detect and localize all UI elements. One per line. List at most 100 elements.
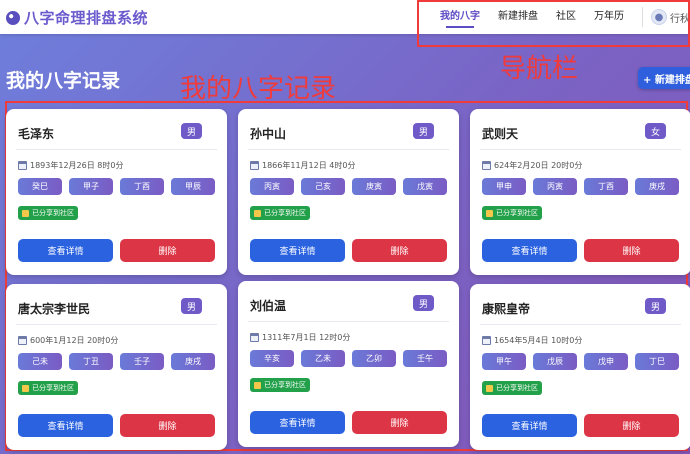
- pillar-badge: 辛亥: [250, 350, 294, 367]
- four-pillars: 甲午 戊辰 戊申 丁巳: [482, 353, 686, 370]
- yin-yang-icon: [6, 10, 20, 25]
- delete-button[interactable]: 删除: [352, 239, 447, 262]
- shared-badge: 已分享到社区: [18, 206, 78, 220]
- shared-badge-label: 已分享到社区: [32, 384, 74, 392]
- pillar-badge: 己亥: [301, 178, 345, 195]
- birth-date-text: 1311年7月1日 12时0分: [262, 333, 351, 342]
- pillar-badge: 丁丑: [69, 353, 113, 370]
- four-pillars: 己未 丁丑 壬子 庚戌: [18, 353, 222, 370]
- gender-badge: 男: [413, 295, 434, 311]
- shared-badge: 已分享到社区: [482, 381, 542, 395]
- view-details-button[interactable]: 查看详情: [250, 411, 345, 434]
- pillar-badge: 甲辰: [171, 178, 215, 195]
- bazi-record-card: 毛泽东 男 1893年12月26日 8时0分癸巳 甲子 丁酉 甲辰已分享到社区查看详情 删除: [6, 109, 227, 275]
- shared-badge-label: 已分享到社区: [264, 381, 306, 389]
- shared-badge: 已分享到社区: [250, 378, 310, 392]
- birth-date: 1866年11月12日 4时0分: [250, 160, 355, 171]
- pillar-badge: 甲子: [69, 178, 113, 195]
- records-annotation-label: 我的八字记录: [180, 74, 337, 104]
- pillar-badge: 乙卯: [352, 350, 396, 367]
- card-divider: [16, 324, 217, 325]
- shared-badge-label: 已分享到社区: [496, 384, 538, 392]
- calendar-icon: [18, 161, 27, 170]
- delete-button[interactable]: 删除: [120, 239, 215, 262]
- app-title: 八字命理排盘系统: [24, 9, 149, 27]
- pillar-badge: 癸巳: [18, 178, 62, 195]
- four-pillars: 癸巳 甲子 丁酉 甲辰: [18, 178, 222, 195]
- calendar-icon: [482, 336, 491, 345]
- pillar-badge: 丁酉: [120, 178, 164, 195]
- birth-date-text: 1654年5月4日 10时0分: [494, 336, 583, 345]
- pillar-badge: 甲申: [482, 178, 526, 195]
- nav-annotation-box: [417, 0, 690, 47]
- shared-badge: 已分享到社区: [18, 381, 78, 395]
- birth-date-text: 1866年11月12日 4时0分: [262, 161, 356, 170]
- pillar-badge: 丙寅: [250, 178, 294, 195]
- view-details-button[interactable]: 查看详情: [482, 239, 577, 262]
- pillar-badge: 庚戌: [635, 178, 679, 195]
- share-icon: [254, 381, 261, 389]
- bazi-record-card: 刘伯温 男 1311年7月1日 12时0分辛亥 乙未 乙卯 壬午已分享到社区查看详情 删除: [238, 281, 459, 447]
- bazi-record-card: 唐太宗李世民 男 600年1月12日 20时0分己未 丁丑 壬子 庚戌已分享到社区查看详情…: [6, 284, 227, 450]
- gender-badge: 女: [645, 123, 666, 139]
- share-icon: [486, 384, 493, 392]
- calendar-icon: [482, 161, 491, 170]
- shared-badge-label: 已分享到社区: [264, 209, 306, 217]
- four-pillars: 丙寅 己亥 庚寅 戊寅: [250, 178, 454, 195]
- view-details-button[interactable]: 查看详情: [18, 239, 113, 262]
- card-divider: [480, 149, 681, 150]
- pillar-badge: 己未: [18, 353, 62, 370]
- record-name: 刘伯温: [250, 299, 287, 313]
- four-pillars: 甲申 丙寅 丁酉 庚戌: [482, 178, 686, 195]
- record-name: 孙中山: [250, 127, 287, 141]
- pillar-badge: 戊申: [584, 353, 628, 370]
- card-divider: [248, 321, 449, 322]
- record-name: 唐太宗李世民: [18, 302, 91, 316]
- pillar-badge: 庚戌: [171, 353, 215, 370]
- record-name: 毛泽东: [18, 127, 55, 141]
- gender-badge: 男: [181, 123, 202, 139]
- new-chart-button[interactable]: + 新建排盘: [638, 67, 690, 89]
- birth-date: 600年1月12日 20时0分: [18, 335, 118, 346]
- delete-button[interactable]: 删除: [584, 239, 679, 262]
- calendar-icon: [18, 336, 27, 345]
- calendar-icon: [250, 161, 259, 170]
- bazi-record-card: 孙中山 男 1866年11月12日 4时0分丙寅 己亥 庚寅 戊寅已分享到社区查看详情 删除: [238, 109, 459, 275]
- delete-button[interactable]: 删除: [120, 414, 215, 437]
- shared-badge-label: 已分享到社区: [32, 209, 74, 217]
- birth-date: 624年2月20日 20时0分: [482, 160, 582, 171]
- page-title: 我的八字记录: [6, 70, 121, 92]
- bazi-record-card: 武则天 女 624年2月20日 20时0分甲申 丙寅 丁酉 庚戌已分享到社区查看详情 删除: [470, 109, 690, 275]
- birth-date-text: 624年2月20日 20时0分: [494, 161, 583, 170]
- view-details-button[interactable]: 查看详情: [250, 239, 345, 262]
- pillar-badge: 甲午: [482, 353, 526, 370]
- card-divider: [248, 149, 449, 150]
- shared-badge: 已分享到社区: [482, 206, 542, 220]
- view-details-button[interactable]: 查看详情: [18, 414, 113, 437]
- gender-badge: 男: [413, 123, 434, 139]
- app-logo[interactable]: 八字命理排盘系统: [6, 7, 148, 28]
- delete-button[interactable]: 删除: [584, 414, 679, 437]
- birth-date: 1654年5月4日 10时0分: [482, 335, 582, 346]
- card-divider: [480, 324, 681, 325]
- card-divider: [16, 149, 217, 150]
- pillar-badge: 丁酉: [584, 178, 628, 195]
- view-details-button[interactable]: 查看详情: [482, 414, 577, 437]
- pillar-badge: 乙未: [301, 350, 345, 367]
- record-name: 武则天: [482, 127, 519, 141]
- pillar-badge: 丙寅: [533, 178, 577, 195]
- birth-date: 1893年12月26日 8时0分: [18, 160, 123, 171]
- pillar-badge: 庚寅: [352, 178, 396, 195]
- pillar-badge: 壬午: [403, 350, 447, 367]
- pillar-badge: 丁巳: [635, 353, 679, 370]
- gender-badge: 男: [645, 298, 666, 314]
- shared-badge-label: 已分享到社区: [496, 209, 538, 217]
- delete-button[interactable]: 删除: [352, 411, 447, 434]
- calendar-icon: [250, 333, 259, 342]
- four-pillars: 辛亥 乙未 乙卯 壬午: [250, 350, 454, 367]
- share-icon: [254, 209, 261, 217]
- bazi-record-card: 康熙皇帝 男 1654年5月4日 10时0分 甲午 戊辰 戊申 丁巳 已分享到社区 查看详情 删除: [470, 284, 690, 450]
- gender-badge: 男: [181, 298, 202, 314]
- pillar-badge: 戊辰: [533, 353, 577, 370]
- pillar-badge: 戊寅: [403, 178, 447, 195]
